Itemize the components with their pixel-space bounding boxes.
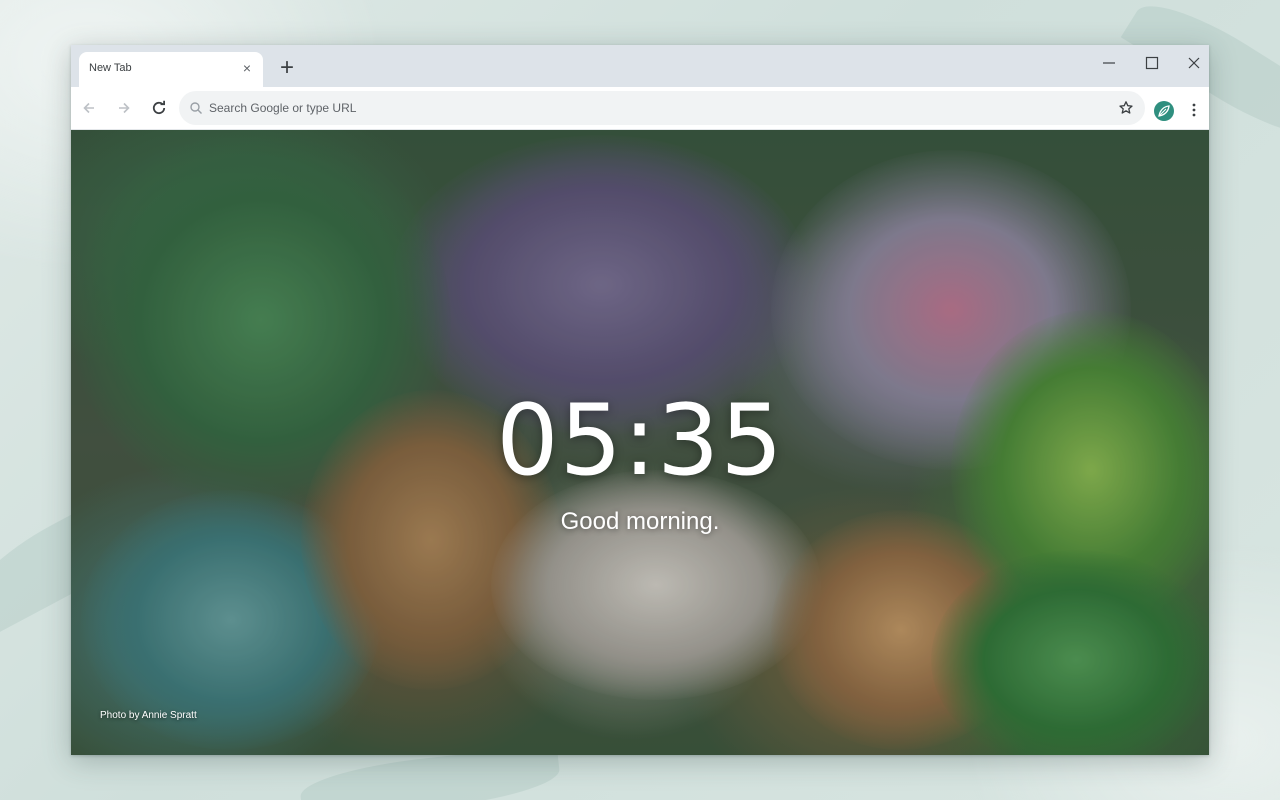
background-photo <box>931 550 1209 755</box>
minimize-icon <box>1103 62 1115 64</box>
tab-close-icon[interactable]: × <box>240 61 254 75</box>
greeting-text: Good morning. <box>560 508 720 535</box>
tab-strip: New Tab × + <box>71 45 1209 87</box>
close-window-button[interactable] <box>1179 50 1209 76</box>
maximize-button[interactable] <box>1137 50 1167 76</box>
forward-arrow-icon <box>119 102 130 114</box>
background-photo <box>771 510 1031 750</box>
tab-new-tab[interactable]: New Tab × <box>79 52 263 87</box>
more-vert-icon[interactable] <box>1184 100 1204 120</box>
omnibox[interactable] <box>179 91 1145 125</box>
more-vert-dots <box>1192 103 1196 117</box>
back-button[interactable] <box>77 96 101 120</box>
leaf-icon <box>1158 105 1170 117</box>
new-tab-button[interactable]: + <box>276 56 298 80</box>
reload-button[interactable] <box>147 96 171 120</box>
new-tab-page: 05:35 Good morning. Photo by Annie Sprat… <box>71 130 1209 755</box>
reload-icon <box>152 100 166 115</box>
photo-credit: Photo by Annie Spratt <box>100 710 197 721</box>
bookmark-star-icon[interactable] <box>1118 100 1134 116</box>
background-photo <box>491 470 821 700</box>
minimize-button[interactable] <box>1094 50 1124 76</box>
back-arrow-icon <box>83 102 94 114</box>
tab-title: New Tab <box>89 62 132 74</box>
toolbar <box>71 87 1209 130</box>
browser-window: New Tab × + Search Google or type URL 05… <box>71 45 1209 755</box>
close-icon <box>1188 57 1200 69</box>
forward-button[interactable] <box>112 96 136 120</box>
address-input[interactable] <box>209 91 1089 125</box>
search-icon <box>190 102 202 114</box>
leaf-extension-icon[interactable] <box>1154 101 1174 121</box>
clock-time: 05:35 <box>496 384 784 498</box>
maximize-icon <box>1145 56 1159 70</box>
